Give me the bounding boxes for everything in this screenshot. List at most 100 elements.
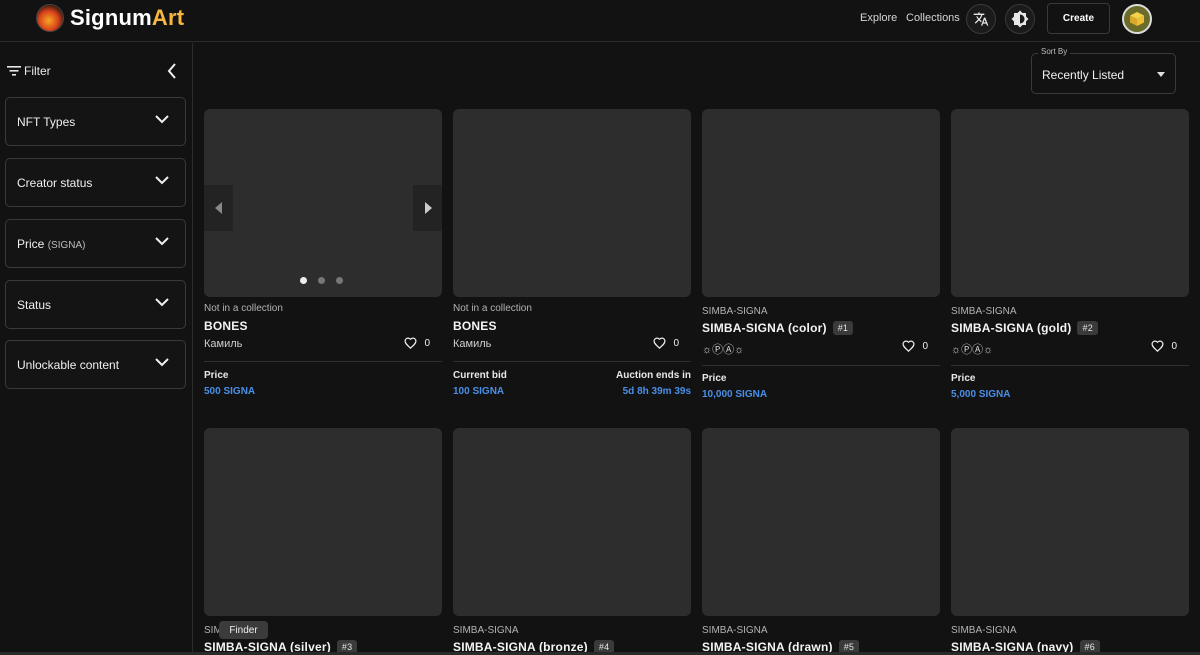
- carousel-dots: [300, 277, 343, 284]
- carousel-dot[interactable]: [318, 277, 325, 284]
- filter-lines-icon: [7, 66, 21, 76]
- arrow-right-icon: [424, 202, 432, 214]
- like-count: 0: [1171, 340, 1177, 352]
- filter-sidebar: Filter NFT Types Creator status Price (S…: [0, 43, 193, 655]
- filter-label: Status: [17, 298, 52, 312]
- user-avatar[interactable]: [1122, 4, 1152, 34]
- carousel-dot[interactable]: [336, 277, 343, 284]
- edition-badge: #2: [1077, 321, 1098, 335]
- heart-icon: [653, 337, 666, 349]
- nft-card[interactable]: Not in a collection BONES Камиль 0 Price…: [204, 109, 442, 409]
- like-count: 0: [673, 337, 679, 349]
- collection-name[interactable]: SIMBA-SIGNA: [951, 625, 1017, 636]
- creator-name[interactable]: Камиль: [204, 338, 242, 350]
- nft-name[interactable]: BONES: [204, 319, 248, 333]
- price-label: Price: [204, 370, 229, 381]
- chevron-down-icon: [155, 237, 169, 246]
- auction-ends-label: Auction ends in: [616, 370, 691, 381]
- nft-image[interactable]: [204, 109, 442, 297]
- nft-name[interactable]: SIMBA-SIGNA (gold) #2: [951, 321, 1098, 335]
- card-divider: [453, 361, 691, 362]
- carousel-dot[interactable]: [300, 277, 307, 284]
- auction-countdown: 5d 8h 39m 39s: [622, 386, 691, 397]
- heart-icon: [902, 340, 915, 352]
- nft-card[interactable]: SIMBA-SIGNA SIMBA-SIGNA (navy) #6: [951, 428, 1189, 655]
- filter-price[interactable]: Price (SIGNA): [5, 219, 186, 268]
- edition-badge: #1: [832, 321, 854, 335]
- chevron-down-icon: [155, 358, 169, 367]
- collection-name[interactable]: SIMBA-SIGNA: [702, 625, 768, 636]
- nft-image[interactable]: [204, 428, 442, 616]
- chevron-down-icon: [155, 298, 169, 307]
- card-divider: [204, 361, 442, 362]
- nft-card[interactable]: SIMBA-SIGNA SIMBA-SIGNA (drawn) #5: [702, 428, 940, 655]
- nft-card[interactable]: Not in a collection BONES Камиль 0 Curre…: [453, 109, 691, 409]
- filter-status[interactable]: Status: [5, 280, 186, 329]
- filter-label: Price (SIGNA): [17, 237, 86, 251]
- nft-name[interactable]: SIMBA-SIGNA (color) #1: [702, 321, 854, 335]
- translate-icon: [973, 12, 989, 26]
- like-button[interactable]: 0: [1151, 340, 1177, 352]
- filter-header: Filter: [7, 64, 51, 78]
- nft-name[interactable]: BONES: [453, 319, 497, 333]
- carousel-next-button[interactable]: [413, 185, 442, 231]
- nft-image[interactable]: [453, 428, 691, 616]
- nav-collections[interactable]: Collections: [906, 12, 960, 24]
- nft-card[interactable]: SIMBA-SIGNA SIMBA-SIGNA (bronze) #4: [453, 428, 691, 655]
- chevron-left-icon: [167, 63, 176, 79]
- brand-name: SignumArt: [70, 5, 185, 30]
- creator-name[interactable]: ☼ⓅⒶ☼: [702, 341, 744, 357]
- nav-explore[interactable]: Explore: [860, 12, 897, 24]
- chevron-down-icon: [155, 115, 169, 124]
- filter-unit: (SIGNA): [47, 240, 86, 251]
- collection-name[interactable]: SIMBA-SIGNA: [702, 306, 768, 317]
- collection-name[interactable]: SIMBA-SIGNA: [951, 306, 1017, 317]
- price-label: Price: [951, 373, 976, 384]
- collapse-sidebar-button[interactable]: [163, 62, 181, 80]
- price-value: 5,000 SIGNA: [951, 389, 1011, 400]
- arrow-left-icon: [214, 202, 222, 214]
- nft-image[interactable]: [453, 109, 691, 297]
- filter-label: NFT Types: [17, 115, 76, 129]
- creator-name[interactable]: ☼ⓅⒶ☼: [951, 341, 993, 357]
- nft-image[interactable]: [702, 428, 940, 616]
- nft-card[interactable]: SIMBA-SIGNA SIMBA-SIGNA (gold) #2 ☼ⓅⒶ☼ 0 …: [951, 109, 1189, 409]
- heart-icon: [1151, 340, 1164, 352]
- create-button[interactable]: Create: [1047, 3, 1110, 34]
- filter-unlockable-content[interactable]: Unlockable content: [5, 340, 186, 389]
- nft-image[interactable]: [951, 428, 1189, 616]
- nft-image[interactable]: [951, 109, 1189, 297]
- price-value: 500 SIGNA: [204, 386, 256, 397]
- collection-name[interactable]: SIMBA-SIGNA: [453, 625, 519, 636]
- like-button[interactable]: 0: [902, 340, 928, 352]
- bid-label: Current bid: [453, 370, 507, 381]
- top-header: SignumArt Explore Collections Create: [0, 0, 1200, 42]
- avatar-cube-icon: [1130, 12, 1144, 26]
- bid-value: 100 SIGNA: [453, 386, 505, 397]
- creator-name[interactable]: Камиль: [453, 338, 491, 350]
- finder-tooltip: Finder: [219, 621, 268, 639]
- nft-card[interactable]: SIMBA-SIGNA SIMBA-SIGNA (color) #1 ☼ⓅⒶ☼ 0…: [702, 109, 940, 409]
- brand-logo[interactable]: SignumArt: [36, 4, 184, 32]
- language-button[interactable]: [966, 4, 996, 34]
- price-label: Price: [702, 373, 727, 384]
- filter-nft-types[interactable]: NFT Types: [5, 97, 186, 146]
- filter-title: Filter: [24, 64, 51, 78]
- card-divider: [951, 365, 1189, 366]
- carousel-prev-button[interactable]: [204, 185, 233, 231]
- filter-creator-status[interactable]: Creator status: [5, 158, 186, 207]
- logo-mark-icon: [36, 4, 64, 32]
- like-button[interactable]: 0: [653, 337, 679, 349]
- theme-toggle-button[interactable]: [1005, 4, 1035, 34]
- nft-image[interactable]: [702, 109, 940, 297]
- filter-label: Unlockable content: [17, 358, 120, 372]
- chevron-down-icon: [155, 176, 169, 185]
- like-button[interactable]: 0: [404, 337, 430, 349]
- price-value: 10,000 SIGNA: [702, 389, 768, 400]
- collection-name[interactable]: Not in a collection: [453, 303, 532, 314]
- sort-label: Sort By: [1038, 47, 1071, 56]
- like-count: 0: [922, 340, 928, 352]
- brightness-icon: [1011, 10, 1029, 28]
- collection-name[interactable]: Not in a collection: [204, 303, 283, 314]
- sort-select[interactable]: Recently Listed: [1031, 53, 1176, 94]
